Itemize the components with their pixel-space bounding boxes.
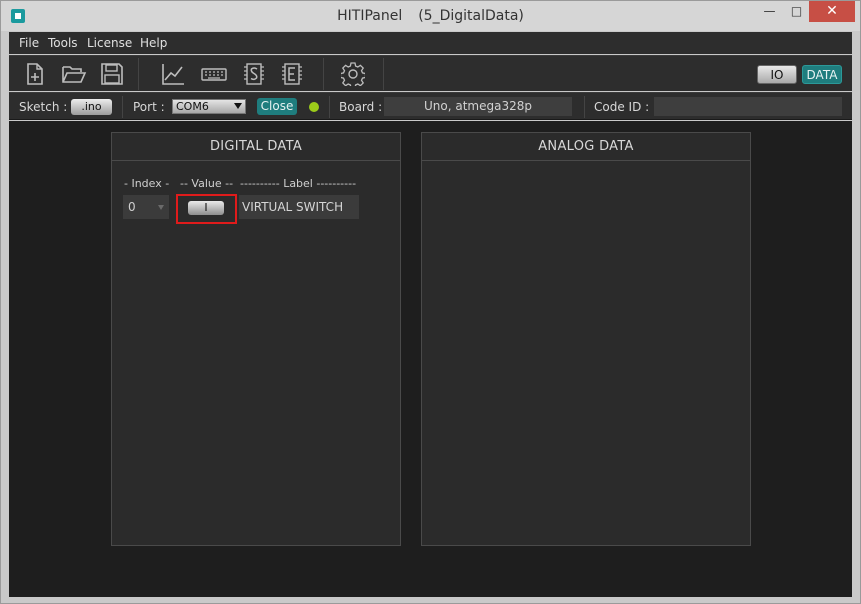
menu-bar: File Tools License Help (9, 32, 852, 54)
board-field: Uno, atmega328p (384, 97, 572, 116)
open-folder-icon[interactable] (61, 62, 87, 86)
save-icon[interactable] (100, 62, 124, 86)
close-port-button[interactable]: Close (257, 98, 297, 115)
title-bar: HITIPanel (5_DigitalData) — □ ✕ (1, 1, 860, 31)
menu-tools[interactable]: Tools (48, 36, 78, 50)
analog-data-panel: ANALOG DATA (421, 132, 751, 546)
settings-gear-icon[interactable] (341, 62, 365, 86)
window-bottom-border (9, 598, 852, 602)
app-window: HITIPanel (5_DigitalData) — □ ✕ File Tool… (0, 0, 861, 604)
eeprom-e-icon[interactable] (280, 62, 304, 86)
io-view-button[interactable]: IO (757, 65, 797, 84)
port-select[interactable]: COM6 (172, 99, 246, 114)
status-divider (329, 96, 330, 118)
window-title-text: HITIPanel (337, 8, 403, 24)
codeid-field (654, 97, 842, 116)
menu-help[interactable]: Help (140, 36, 167, 50)
status-divider (584, 96, 585, 118)
sketch-label: Sketch : (19, 100, 68, 114)
data-view-button[interactable]: DATA (802, 65, 842, 84)
keyboard-icon[interactable] (201, 62, 227, 86)
main-area: DIGITAL DATA - Index - -- Value -- -----… (9, 121, 852, 597)
digital-panel-title: DIGITAL DATA (112, 133, 400, 161)
label-column-header: ---------- Label ---------- (240, 177, 357, 190)
chevron-down-icon (234, 103, 242, 109)
connection-led-icon (309, 102, 319, 112)
sketch-ino-button[interactable]: .ino (71, 99, 112, 115)
toolbar-divider (138, 58, 139, 90)
index-column-header: - Index - (124, 177, 170, 190)
analog-panel-title: ANALOG DATA (422, 133, 750, 161)
menu-license[interactable]: License (87, 36, 132, 50)
window-subtitle: (5_DigitalData) (418, 8, 524, 24)
port-label: Port : (133, 100, 165, 114)
minimize-button[interactable]: — (756, 1, 783, 22)
status-divider (122, 96, 123, 118)
value-column-header: -- Value -- (180, 177, 234, 190)
new-file-icon[interactable] (23, 62, 47, 86)
digital-data-panel: DIGITAL DATA - Index - -- Value -- -----… (111, 132, 401, 546)
board-label: Board : (339, 100, 383, 114)
connection-bar: Sketch : .ino Port : COM6 Close Board : … (9, 92, 852, 120)
toolbar-divider (383, 58, 384, 90)
window-title: HITIPanel (5_DigitalData) (1, 8, 860, 24)
sketch-s-icon[interactable] (242, 62, 266, 86)
digital-value-toggle-button[interactable]: I (188, 201, 224, 215)
port-select-value: COM6 (176, 100, 209, 113)
digital-label-field[interactable]: VIRTUAL SWITCH (239, 195, 359, 219)
toolbar-divider (323, 58, 324, 90)
index-select-value: 0 (128, 200, 136, 214)
codeid-label: Code ID : (594, 100, 650, 114)
chevron-down-icon (158, 205, 164, 210)
chart-icon[interactable] (161, 62, 185, 86)
value-highlight-box: I (176, 194, 237, 224)
close-window-button[interactable]: ✕ (809, 1, 855, 22)
maximize-button[interactable]: □ (783, 1, 810, 22)
menu-file[interactable]: File (19, 36, 39, 50)
toolbar: IO DATA (9, 55, 852, 91)
index-select[interactable]: 0 (123, 195, 169, 219)
